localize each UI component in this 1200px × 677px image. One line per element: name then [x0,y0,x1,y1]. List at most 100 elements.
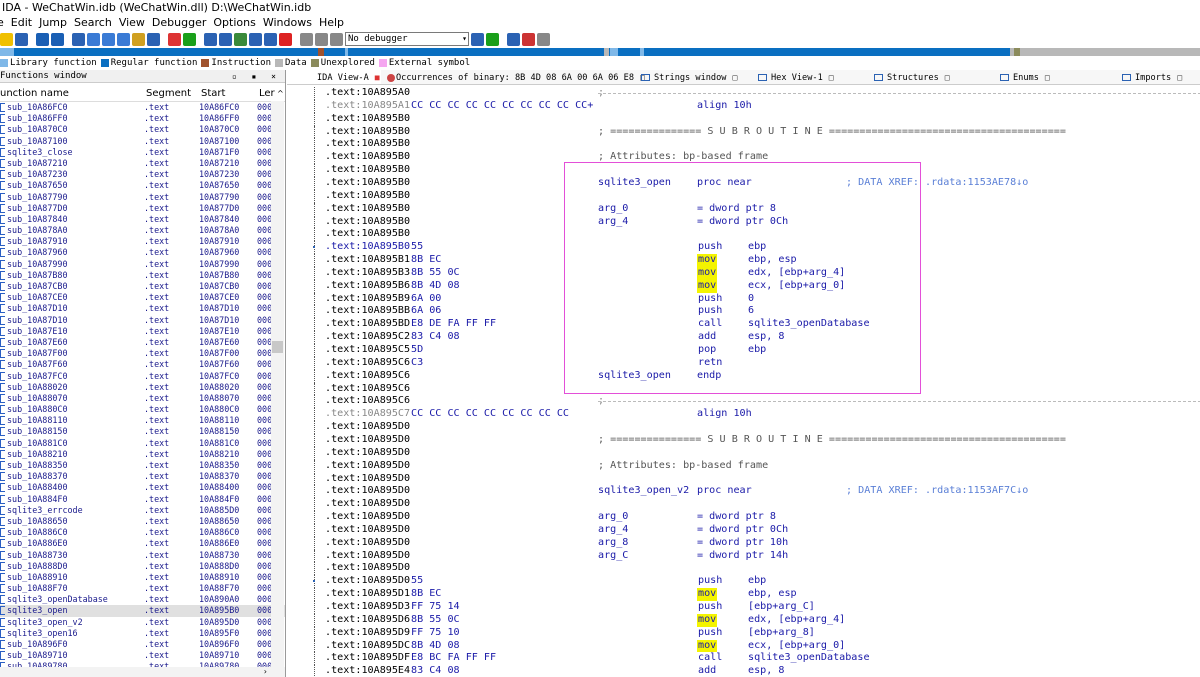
operands[interactable]: esp, 8 [748,331,784,344]
line-address[interactable]: .text:10A895C2 [325,331,410,344]
disasm-line[interactable]: .text:10A895D0 ; Attributes: bp-based fra… [287,459,1200,473]
function-row[interactable]: sub_10A87FC0 .text 10A87FC0 000 [0,371,285,382]
line-address[interactable]: .text:10A895D0 [325,575,410,588]
column-header-2[interactable]: Start [201,86,259,101]
function-row[interactable]: sub_10A88F70 .text 10A88F70 000 [0,583,285,594]
function-row[interactable]: sub_10A88350 .text 10A88350 000 [0,460,285,471]
line-address[interactable]: .text:10A895C6 [325,383,410,396]
disasm-line[interactable]: .text:10A895B0 arg_0 = dword ptr 8 [287,202,1200,216]
function-row[interactable]: sub_10A87E60 .text 10A87E60 000 [0,337,285,348]
scroll-right-icon[interactable]: › [264,667,267,676]
forward-icon[interactable] [51,32,64,46]
operands[interactable]: esp, 8 [748,665,784,677]
menu-item-edit[interactable]: Edit [11,16,32,30]
disasm-line[interactable]: .text:10A895D0 arg_C = dword ptr 14h [287,549,1200,563]
operands[interactable]: 6 [748,305,754,318]
disasm-line[interactable]: .text:10A895B0 [287,112,1200,126]
disasm-line[interactable]: .text:10A895BD E8 DE FA FF FF call sqlite3_… [287,318,1200,332]
disasm-line[interactable]: .text:10A895DF E8 BC FA FF FF call sqlite3_… [287,652,1200,666]
function-row[interactable]: sub_10A87230 .text 10A87230 000 [0,169,285,180]
function-row[interactable]: sub_10A886E0 .text 10A886E0 000 [0,538,285,549]
disasm-line[interactable]: .text:10A895B0 [287,164,1200,177]
debugger-select[interactable]: No debugger ▾ [345,32,469,46]
operands[interactable]: edx, [ebp+arg_4] [748,614,845,627]
function-row[interactable]: sub_10A884F0 .text 10A884F0 000 [0,494,285,505]
disasm-line[interactable]: .text:10A895E4 83 C4 08 add esp, 8 [287,665,1200,677]
symbol-label[interactable]: arg_C [598,550,628,563]
function-row[interactable]: sub_10A87790 .text 10A87790 000 [0,192,285,203]
tab-close-icon[interactable]: □ [945,70,950,85]
pause-icon[interactable] [315,32,328,46]
breakpoint-icon[interactable] [507,32,520,46]
function-row[interactable]: sub_10A896F0 .text 10A896F0 000 [0,639,285,650]
line-address[interactable]: .text:10A895B0 [325,177,410,190]
graph-icon[interactable] [204,32,217,46]
function-row[interactable]: sqlite3_open16 .text 10A895F0 000 [0,628,285,639]
function-row[interactable]: sqlite3_open .text 10A895B0 000 [0,605,285,617]
line-address[interactable]: .text:10A895B0 [325,203,410,216]
operands[interactable]: edx, [ebp+arg_4] [748,267,845,280]
search-next-icon[interactable] [102,32,115,46]
line-address[interactable]: .text:10A895C7 [325,408,410,421]
line-address[interactable]: .text:10A895B0 [325,113,410,126]
tab-strings-window[interactable]: Strings window □ [635,70,752,84]
symbol-label[interactable]: sqlite3_open_v2 [598,485,689,498]
disasm-line[interactable]: .text:10A895B3 8B 55 0C mov edx, [ebp+arg_4… [287,266,1200,280]
tab-occurrences-of-binary-8b-4d-08-6a-00-6a-06-e8[interactable]: Occurrences of binary: 8B 4D 08 6A 00 6A… [381,70,645,84]
function-row[interactable]: sub_10A87B80 .text 10A87B80 000 [0,270,285,281]
function-row[interactable]: sub_10A886C0 .text 10A886C0 000 [0,527,285,538]
function-row[interactable]: sub_10A88370 .text 10A88370 000 [0,471,285,482]
disasm-line[interactable]: .text:10A895B9 6A 00 push 0 [287,292,1200,306]
operands[interactable]: ebp [748,241,766,254]
function-row[interactable]: sub_10A87910 .text 10A87910 000 [0,236,285,247]
line-address[interactable]: .text:10A895D0 [325,550,410,563]
line-address[interactable]: .text:10A895B0 [325,216,410,229]
disasm-line[interactable]: .text:10A895C6 sqlite3_open endp [287,369,1200,383]
stop-debug-icon[interactable] [330,32,343,46]
column-header-3[interactable]: Ler [259,86,277,101]
tab-enums[interactable]: Enums □ [994,70,1116,84]
search-icon[interactable] [72,32,85,46]
function-row[interactable]: sub_10A878A0 .text 10A878A0 000 [0,225,285,236]
run-icon[interactable] [183,32,196,46]
ida-view-disassembly[interactable]: .text:10A895A0; .text:10A895A1 CC CC CC CC… [287,86,1200,677]
function-row[interactable]: sub_10A881C0 .text 10A881C0 000 [0,438,285,449]
function-row[interactable]: sub_10A87990 .text 10A87990 000 [0,259,285,270]
data-xref-comment[interactable]: ; DATA XREF: .rdata:1153AE78↓o [846,177,1028,190]
function-row[interactable]: sub_10A870C0 .text 10A870C0 000 [0,124,285,135]
navigation-band[interactable] [0,48,1200,56]
disasm-line[interactable]: .text:10A895D1 8B EC mov ebp, esp [287,588,1200,601]
symbol-label[interactable]: sqlite3_open [598,177,671,190]
add-icon[interactable] [234,32,247,46]
open-icon[interactable] [0,32,13,46]
tab-imports[interactable]: Imports □ [1116,70,1200,84]
disasm-line[interactable]: .text:10A895C6 C3 retn [287,356,1200,370]
function-row[interactable]: sub_10A87F60 .text 10A87F60 000 [0,359,285,370]
disasm-line[interactable]: .text:10A895D0 [287,498,1200,512]
menu-item-view[interactable]: View [119,16,145,30]
function-row[interactable]: sub_10A87100 .text 10A87100 000 [0,136,285,147]
function-row[interactable]: sub_10A86FC0 .text 10A86FC0 000 [0,102,285,113]
struct-icon[interactable] [249,32,262,46]
function-row[interactable]: sub_10A88150 .text 10A88150 000 [0,426,285,437]
flow-icon[interactable] [264,32,277,46]
function-row[interactable]: sub_10A89710 .text 10A89710 000 [0,650,285,661]
line-address[interactable]: .text:10A895BB [325,305,410,318]
functions-horizontal-scrollbar[interactable]: › [0,667,285,677]
line-address[interactable]: .text:10A895BD [325,318,410,331]
window-controls-icon[interactable]: ▫ ▪ × [232,70,281,83]
operands[interactable]: ebp [748,575,766,588]
operands[interactable]: ecx, [ebp+arg_0] [748,280,845,293]
symbol-label[interactable]: arg_4 [598,524,628,537]
disasm-line[interactable]: .text:10A895D0 55 push ebp [287,575,1200,589]
line-address[interactable]: .text:10A895B0 [325,138,410,151]
disasm-line[interactable]: .text:10A895D9 FF 75 10 push [ebp+arg_8] [287,626,1200,640]
function-row[interactable]: sub_10A87CB0 .text 10A87CB0 000 [0,281,285,292]
disasm-line[interactable]: .text:10A895D0 [287,446,1200,460]
back-icon[interactable] [36,32,49,46]
operands[interactable]: sqlite3_openDatabase [748,318,870,331]
line-address[interactable]: .text:10A895D9 [325,627,410,640]
line-address[interactable]: .text:10A895B3 [325,267,410,280]
disasm-line[interactable]: .text:10A895A1 CC CC CC CC CC CC CC CC CC… [287,99,1200,113]
column-header-0[interactable]: unction name [0,86,146,101]
